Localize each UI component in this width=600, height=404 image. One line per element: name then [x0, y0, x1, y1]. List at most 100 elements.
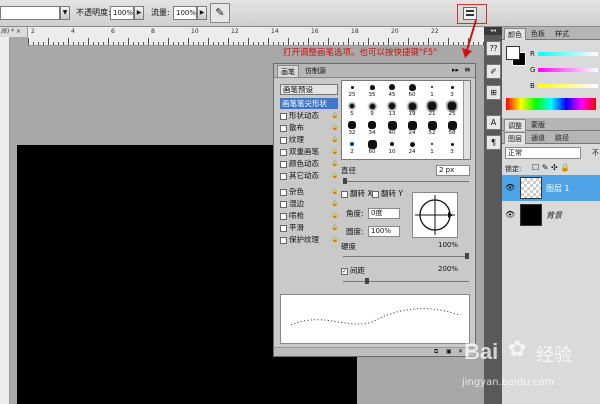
checkbox[interactable] — [280, 112, 287, 120]
brush-size-combo[interactable] — [0, 6, 60, 20]
brush-tip[interactable] — [428, 102, 436, 110]
clone-source-icon[interactable]: ⊞ — [486, 85, 501, 100]
setting-texture[interactable]: 纹理 🔒 — [280, 134, 338, 145]
spacing-slider-thumb[interactable] — [364, 278, 369, 284]
character-icon[interactable]: A — [486, 115, 501, 130]
setting-scattering[interactable]: 散布 🔒 — [280, 122, 338, 133]
setting-shape-dynamics[interactable]: 形状动态 🔒 — [280, 110, 338, 121]
tab-styles[interactable]: 样式 — [552, 28, 572, 40]
lock-icon[interactable]: 🔒 — [331, 236, 338, 243]
tab-masks[interactable]: 蒙版 — [528, 119, 548, 131]
lock-icon[interactable]: 🔒 — [331, 148, 338, 155]
tip-grid-scrollbar[interactable] — [463, 81, 470, 159]
brush-tip[interactable] — [369, 84, 375, 90]
setting-smoothing[interactable]: 平滑 🔒 — [280, 222, 338, 233]
color-spectrum[interactable] — [506, 98, 596, 110]
flow-dropdown[interactable]: ▶ — [197, 6, 207, 20]
brush-tip[interactable] — [368, 121, 376, 129]
setting-color-dynamics[interactable]: 颜色动态 🔒 — [280, 158, 338, 169]
roundness-input[interactable]: 100% — [368, 226, 400, 237]
document-tab[interactable]: /8) * × — [0, 27, 28, 37]
checkbox[interactable] — [280, 212, 287, 220]
hardness-value[interactable]: 100% — [436, 241, 470, 252]
brush-panel-icon[interactable]: ✐ — [486, 64, 501, 79]
spacing-value[interactable]: 200% — [436, 265, 470, 276]
airbrush-icon[interactable]: ✎ — [210, 3, 230, 23]
checkbox[interactable] — [372, 190, 379, 198]
setting-protect-texture[interactable]: 保护纹理 🔒 — [280, 234, 338, 245]
brush-tip[interactable] — [431, 143, 433, 145]
setting-dual-brush[interactable]: 双重画笔 🔒 — [280, 146, 338, 157]
brush-tip[interactable] — [390, 142, 394, 146]
brush-tip[interactable] — [350, 85, 354, 89]
lock-icon[interactable]: 🔒 — [331, 136, 338, 143]
g-slider[interactable] — [538, 68, 598, 72]
checkbox[interactable] — [280, 236, 287, 244]
hardness-slider[interactable] — [343, 256, 469, 257]
flow-input[interactable]: 100% — [173, 6, 197, 20]
lock-icon[interactable]: 🔒 — [331, 112, 338, 119]
brush-presets-button[interactable]: 画笔预设 — [280, 84, 338, 95]
brush-tip[interactable] — [431, 86, 433, 88]
spacing-toggle[interactable]: ✓ 间距 — [341, 265, 365, 276]
layer-row-selected[interactable]: 👁 图层 1 — [502, 175, 600, 201]
lock-icon[interactable]: 🔒 — [331, 200, 338, 207]
setting-airbrush[interactable]: 喷枪 🔒 — [280, 210, 338, 221]
brush-tip[interactable] — [367, 139, 377, 149]
checkbox[interactable] — [280, 172, 287, 180]
eye-icon[interactable]: 👁 — [505, 210, 515, 219]
setting-wet-edges[interactable]: 湿边 🔒 — [280, 198, 338, 209]
tab-adjustments[interactable]: 调整 — [504, 119, 526, 131]
combo-dropdown-arrow[interactable]: ▼ — [60, 6, 70, 20]
brush-tip-grid[interactable]: 25 35 45 60 1 3 5 9 13 19 21 25 32 34 40 24 52 58 2 60 10 24 1… — [341, 80, 471, 160]
checkbox-checked[interactable]: ✓ — [341, 267, 348, 275]
checkbox[interactable] — [280, 148, 287, 156]
brush-tip[interactable] — [389, 103, 395, 109]
blend-mode-select[interactable]: 正常 — [505, 147, 581, 159]
brush-tip[interactable] — [407, 120, 417, 130]
lock-icon[interactable]: 🔒 — [331, 188, 338, 195]
lock-icon[interactable]: 🔒 — [331, 212, 338, 219]
brush-tip[interactable] — [448, 102, 456, 110]
checkbox[interactable] — [280, 124, 287, 132]
b-slider[interactable] — [538, 84, 598, 88]
layer-row[interactable]: 👁 背景 — [502, 202, 600, 228]
checkbox[interactable] — [280, 200, 287, 208]
tab-layers[interactable]: 图层 — [504, 132, 526, 144]
checkbox[interactable] — [280, 136, 287, 144]
checkbox[interactable] — [280, 224, 287, 232]
checkbox[interactable] — [280, 188, 287, 196]
eye-icon[interactable]: 👁 — [505, 183, 515, 192]
brush-tip[interactable] — [389, 84, 395, 90]
lock-icons[interactable]: ☐ ✎ ✣ 🔒 — [532, 163, 570, 172]
brush-preset-icon[interactable]: ⁇ — [486, 41, 501, 56]
flip-x-toggle[interactable]: 翻转 X — [341, 188, 373, 199]
lock-icon[interactable]: 🔒 — [331, 224, 338, 231]
tab-channels[interactable]: 通道 — [528, 132, 548, 144]
tab-paths[interactable]: 路径 — [552, 132, 572, 144]
brush-tip[interactable] — [450, 85, 454, 89]
spacing-slider[interactable] — [343, 281, 469, 282]
lock-icon[interactable]: 🔒 — [331, 124, 338, 131]
brush-tip[interactable] — [427, 120, 437, 130]
hardness-slider-thumb[interactable] — [465, 253, 469, 259]
setting-other-dynamics[interactable]: 其它动态 🔒 — [280, 170, 338, 181]
setting-noise[interactable]: 杂色 🔒 — [280, 186, 338, 197]
tab-brush[interactable]: 画笔 — [277, 65, 299, 77]
brush-tip[interactable] — [408, 102, 416, 110]
brush-tip[interactable] — [408, 83, 416, 91]
brush-tip[interactable] — [450, 142, 454, 146]
lock-icon[interactable]: 🔒 — [331, 160, 338, 167]
panel-menu-icon[interactable]: ≡ — [464, 65, 471, 74]
brush-tip[interactable] — [447, 120, 457, 130]
brush-tip[interactable] — [369, 103, 375, 109]
diameter-slider[interactable] — [343, 181, 469, 182]
checkbox[interactable] — [280, 160, 287, 168]
angle-roundness-widget[interactable] — [412, 192, 458, 238]
tab-color[interactable]: 颜色 — [504, 28, 526, 40]
create-icon[interactable]: ▣ — [446, 348, 452, 355]
diameter-input[interactable]: 2 px — [436, 165, 470, 176]
angle-input[interactable]: 0度 — [368, 208, 400, 219]
flip-y-toggle[interactable]: 翻转 Y — [372, 188, 403, 199]
lock-icon[interactable]: 🔒 — [331, 172, 338, 179]
